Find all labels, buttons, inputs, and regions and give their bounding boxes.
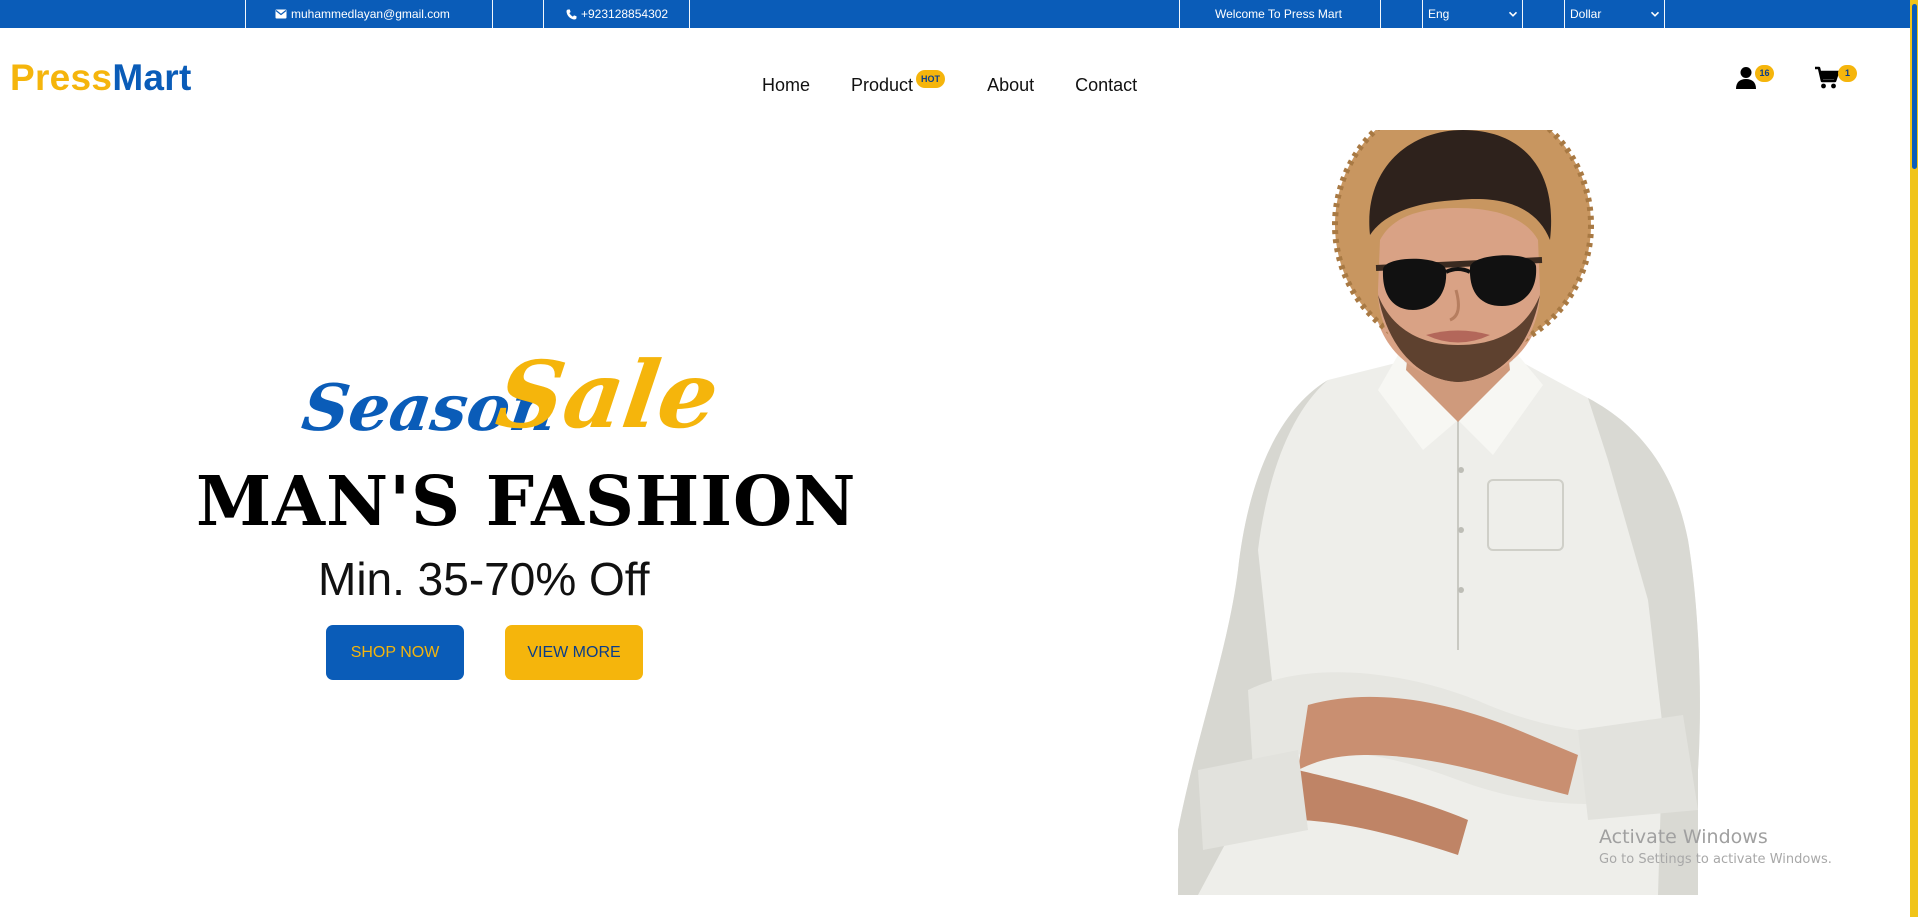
user-icon	[1736, 67, 1756, 89]
topbar-email-text: muhammedlayan@gmail.com	[291, 7, 450, 21]
topbar-divider	[543, 0, 544, 28]
sale-text: Sale	[490, 341, 726, 449]
envelope-icon	[275, 9, 287, 19]
logo-part-mart: Mart	[112, 57, 192, 98]
topbar-phone-text: +923128854302	[581, 7, 669, 21]
nav-product[interactable]: Product HOT	[851, 70, 946, 97]
nav-contact[interactable]: Contact	[1075, 73, 1137, 97]
topbar-divider	[689, 0, 690, 28]
topbar-divider	[245, 0, 246, 28]
topbar-divider	[492, 0, 493, 28]
watermark-subtitle: Go to Settings to activate Windows.	[1599, 852, 1832, 867]
topbar-phone[interactable]: +923128854302	[566, 0, 668, 28]
hot-badge: HOT	[916, 70, 946, 88]
page-scrollbar[interactable]	[1910, 0, 1918, 917]
currency-select-value: Dollar	[1570, 7, 1602, 21]
cart-icon	[1815, 66, 1840, 89]
welcome-text: Welcome To Press Mart	[1215, 7, 1342, 21]
nav-about[interactable]: About	[987, 73, 1034, 97]
hero-title: MAN'S FASHION	[196, 462, 857, 542]
man-model-illustration	[1178, 92, 1700, 895]
user-count-badge: 16	[1755, 65, 1774, 82]
view-more-button[interactable]: VIEW MORE	[505, 625, 643, 680]
phone-icon	[566, 9, 577, 19]
chevron-down-icon	[1650, 11, 1660, 17]
top-bar: muhammedlayan@gmail.com +923128854302 We…	[0, 0, 1910, 28]
topbar-divider	[1380, 0, 1381, 28]
activate-windows-watermark: Activate Windows Go to Settings to activ…	[1599, 824, 1832, 870]
language-select-value: Eng	[1428, 7, 1450, 21]
watermark-title: Activate Windows	[1599, 826, 1768, 848]
main-nav: Home Product HOT About Contact	[762, 70, 1178, 97]
hero-discount-text: Min. 35-70% Off	[318, 553, 650, 605]
nav-product-label: Product	[851, 75, 914, 95]
topbar-welcome: Welcome To Press Mart	[1215, 0, 1342, 28]
account-button[interactable]: 16	[1733, 64, 1774, 92]
chevron-down-icon	[1508, 11, 1518, 17]
shop-now-button[interactable]: SHOP NOW	[326, 625, 464, 680]
scrollbar-thumb[interactable]	[1912, 4, 1917, 169]
topbar-email[interactable]: muhammedlayan@gmail.com	[275, 0, 450, 28]
site-logo[interactable]: PressMart	[10, 56, 192, 100]
season-sale-heading: Season Sale	[298, 341, 725, 449]
topbar-divider	[1179, 0, 1180, 28]
language-select[interactable]: Eng	[1423, 0, 1522, 28]
cart-button[interactable]: 1	[1814, 64, 1857, 92]
logo-part-press: Press	[10, 57, 113, 98]
hero-model-image	[1158, 92, 1718, 895]
currency-select[interactable]: Dollar	[1565, 0, 1664, 28]
topbar-divider	[1664, 0, 1665, 28]
nav-home[interactable]: Home	[762, 73, 810, 97]
topbar-divider	[1522, 0, 1523, 28]
cart-count-badge: 1	[1838, 65, 1857, 82]
